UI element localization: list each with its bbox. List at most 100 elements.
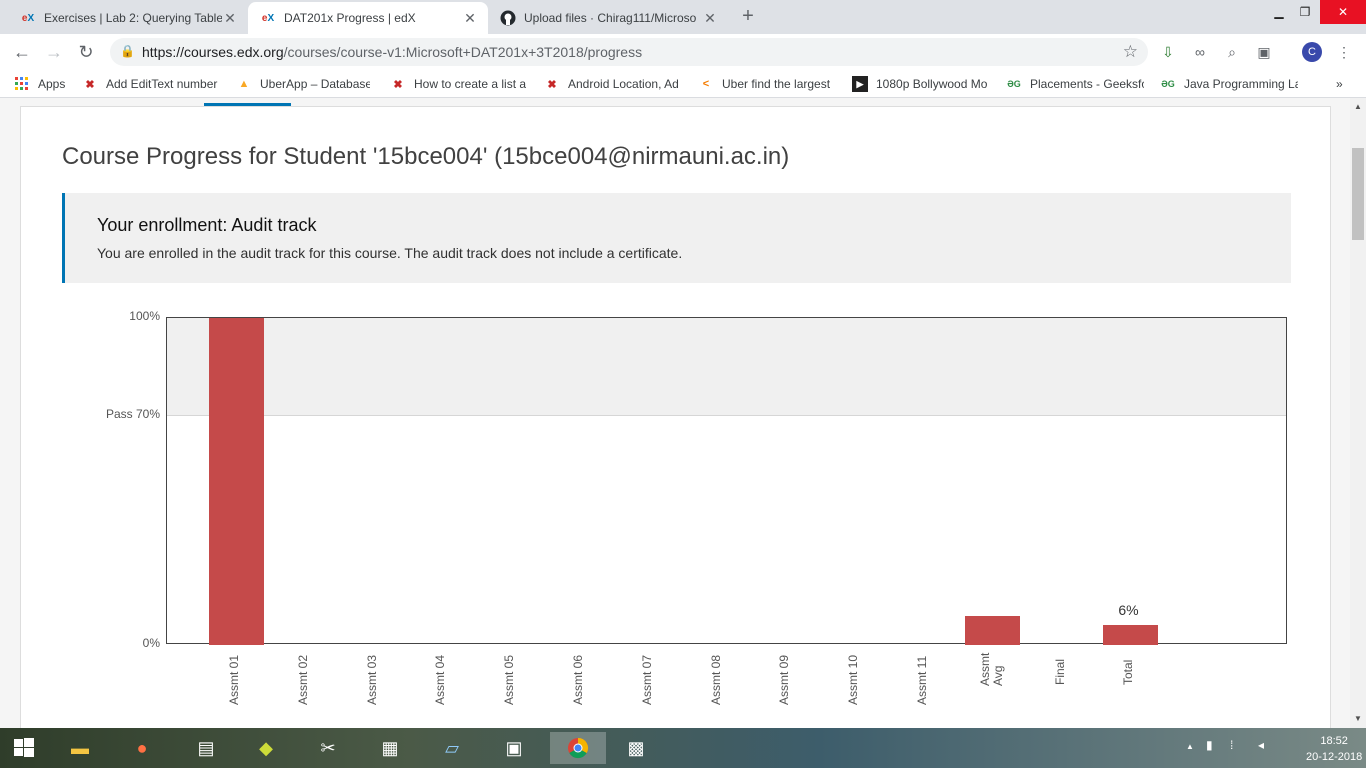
geeksforgeeks-icon: ƏG — [1161, 79, 1175, 89]
more-bookmarks-button[interactable]: » — [1336, 75, 1350, 93]
edx-logo-icon: eX — [21, 12, 35, 24]
x-tick-label: Assmt 11 — [915, 655, 929, 705]
bookmark-label: UberApp – Database — [260, 77, 370, 91]
x-logo-icon: ✖ — [85, 78, 95, 91]
y-tick-label: 0% — [142, 636, 160, 650]
bookmark-label: How to create a list a — [414, 77, 526, 91]
chart-plot-area — [166, 317, 1287, 645]
scroll-down-icon[interactable]: ▼ — [1354, 714, 1362, 723]
page-title: Course Progress for Student '15bce004' (… — [62, 143, 790, 170]
task-manager-icon[interactable]: ▤ — [190, 732, 222, 764]
browser-tab-exercises[interactable]: eX Exercises | Lab 2: Querying Table ✕ — [8, 2, 248, 34]
file-explorer-icon[interactable]: ▬ — [64, 732, 96, 764]
bookmark-label: Uber find the largest — [722, 77, 831, 91]
x-tick-label: Total — [1121, 659, 1136, 685]
address-bar[interactable]: 🔒 https://courses.edx.org/courses/course… — [110, 38, 1148, 66]
page-content: Course Progress for Student '15bce004' (… — [0, 98, 1350, 728]
x-tick-label: Assmt 08 — [708, 654, 723, 705]
browser-tab-strip: eX Exercises | Lab 2: Querying Table ✕ e… — [0, 0, 1366, 34]
apps-grid-icon — [14, 76, 30, 92]
browser-toolbar: ← → ↻ 🔒 https://courses.edx.org/courses/… — [0, 34, 1366, 70]
clock-time: 18:52 — [1320, 735, 1348, 747]
battery-icon[interactable]: ▮ — [1206, 738, 1213, 752]
x-tick-label: Assmt 10 — [846, 654, 861, 705]
bookmark-create-list[interactable]: ✖ How to create a list a — [390, 75, 526, 93]
github-icon — [500, 10, 516, 26]
clock-date: 20-12-2018 — [1306, 751, 1363, 763]
x-tick-label: Assmt 03 — [364, 654, 379, 705]
x-tick-label: Assmt 06 — [571, 654, 585, 705]
x-tick-label: Assmt 01 — [227, 654, 241, 705]
extension-download-icon[interactable]: ⇩ — [1158, 42, 1178, 62]
volume-icon[interactable]: ◂ — [1258, 738, 1264, 752]
calculator-icon[interactable]: ▦ — [374, 732, 406, 764]
y-tick-label: Pass 70% — [105, 407, 160, 422]
bookmark-add-edittext[interactable]: ✖ Add EditText number — [82, 75, 218, 93]
close-icon[interactable]: ✕ — [462, 10, 478, 26]
system-clock[interactable]: 18:52 20-12-2018 — [1306, 733, 1362, 765]
tab-title: DAT201x Progress | edX — [284, 11, 416, 25]
bookmark-label: Apps — [38, 77, 66, 91]
chart-bar[interactable] — [965, 615, 1021, 645]
enrollment-title: Your enrollment: Audit track — [97, 215, 317, 235]
vertical-scrollbar[interactable]: ▲ ▼ — [1350, 98, 1366, 728]
bookmark-java-programming[interactable]: ƏG Java Programming La — [1160, 75, 1298, 93]
bookmark-label: 1080p Bollywood Mo — [876, 77, 988, 91]
leetcode-icon: < — [702, 78, 710, 90]
close-icon[interactable]: ✕ — [222, 10, 238, 26]
scrollbar-thumb[interactable] — [1352, 148, 1364, 240]
network-icon[interactable]: ⁞ — [1230, 738, 1233, 752]
url-text[interactable]: https://courses.edx.org/courses/course-v… — [142, 44, 642, 60]
tab-title: Upload files · Chirag111/Microso — [524, 11, 697, 25]
back-icon[interactable]: ← — [12, 42, 32, 62]
window-close-icon[interactable]: ✕ — [1320, 0, 1366, 24]
x-tick-label: Assmt 02 — [295, 654, 310, 705]
profile-avatar[interactable]: C — [1302, 42, 1322, 62]
sticky-notes-icon[interactable]: ◆ — [250, 732, 282, 764]
tab-title: Exercises | Lab 2: Querying Table — [44, 11, 222, 25]
chart-bar[interactable] — [208, 318, 264, 645]
windows-start-icon[interactable] — [8, 732, 40, 764]
reload-icon[interactable]: ↻ — [76, 42, 96, 62]
bookmark-uber-largest[interactable]: < Uber find the largest — [698, 75, 834, 93]
bookmark-uberapp[interactable]: ▲ UberApp – Database — [236, 75, 370, 93]
bookmarks-bar: Apps ✖ Add EditText number ▲ UberApp – D… — [0, 70, 1366, 98]
extension-search-icon[interactable]: ⌕ — [1222, 42, 1242, 62]
bookmark-android-location[interactable]: ✖ Android Location, Ad — [544, 75, 680, 93]
notepad-icon[interactable]: ▱ — [436, 732, 468, 764]
x-logo-icon: ✖ — [393, 78, 403, 91]
bookmark-star-icon[interactable]: ☆ — [1123, 42, 1138, 62]
extension-square-icon[interactable]: ▣ — [1254, 42, 1274, 62]
new-tab-button[interactable]: + — [738, 5, 758, 27]
forward-icon[interactable]: → — [44, 42, 64, 62]
app-grid-icon[interactable]: ▩ — [620, 732, 652, 764]
chart-bar[interactable] — [1102, 625, 1158, 645]
snipping-tool-icon[interactable]: ✂ — [312, 732, 344, 764]
extension-cycle-icon[interactable]: ∞ — [1190, 42, 1210, 62]
bookmark-label: Android Location, Ad — [568, 77, 679, 91]
firebase-icon: ▲ — [238, 78, 250, 90]
chrome-icon[interactable] — [550, 732, 606, 764]
x-tick-label: Final — [1052, 658, 1067, 685]
bookmark-bollywood[interactable]: ▶ 1080p Bollywood Mo — [852, 75, 990, 93]
browser-tab-progress[interactable]: eX DAT201x Progress | edX ✕ — [248, 2, 488, 34]
restore-icon[interactable]: ❐ — [1288, 0, 1322, 24]
windows-taskbar: ▬ ● ▤ ◆ ✂ ▦ ▱ ▣ ▩ ▲ ▮ ⁞ ◂ 18:52 20-12-20… — [0, 728, 1366, 768]
play-icon: ▶ — [852, 76, 868, 92]
enrollment-message: Your enrollment: Audit track You are enr… — [62, 193, 1291, 283]
bookmark-placements[interactable]: ƏG Placements - Geeksfo — [1006, 75, 1144, 93]
x-tick-label: Assmt Avg — [977, 652, 1005, 686]
bar-data-label: 6% — [1118, 602, 1139, 619]
scroll-up-icon[interactable]: ▲ — [1354, 102, 1362, 111]
x-logo-icon: ✖ — [547, 78, 557, 91]
firefox-icon[interactable]: ● — [126, 732, 158, 764]
bookmark-apps[interactable]: Apps — [14, 75, 74, 93]
pass-zone — [167, 318, 1286, 417]
x-tick-label: Assmt 07 — [639, 654, 654, 705]
tray-up-icon[interactable]: ▲ — [1186, 742, 1194, 751]
control-panel-icon[interactable]: ▣ — [498, 732, 530, 764]
browser-tab-upload[interactable]: Upload files · Chirag111/Microso ✕ — [488, 2, 728, 34]
menu-kebab-icon[interactable]: ⋮ — [1334, 42, 1354, 62]
bookmark-label: Placements - Geeksfo — [1030, 77, 1144, 91]
close-icon[interactable]: ✕ — [702, 10, 718, 26]
